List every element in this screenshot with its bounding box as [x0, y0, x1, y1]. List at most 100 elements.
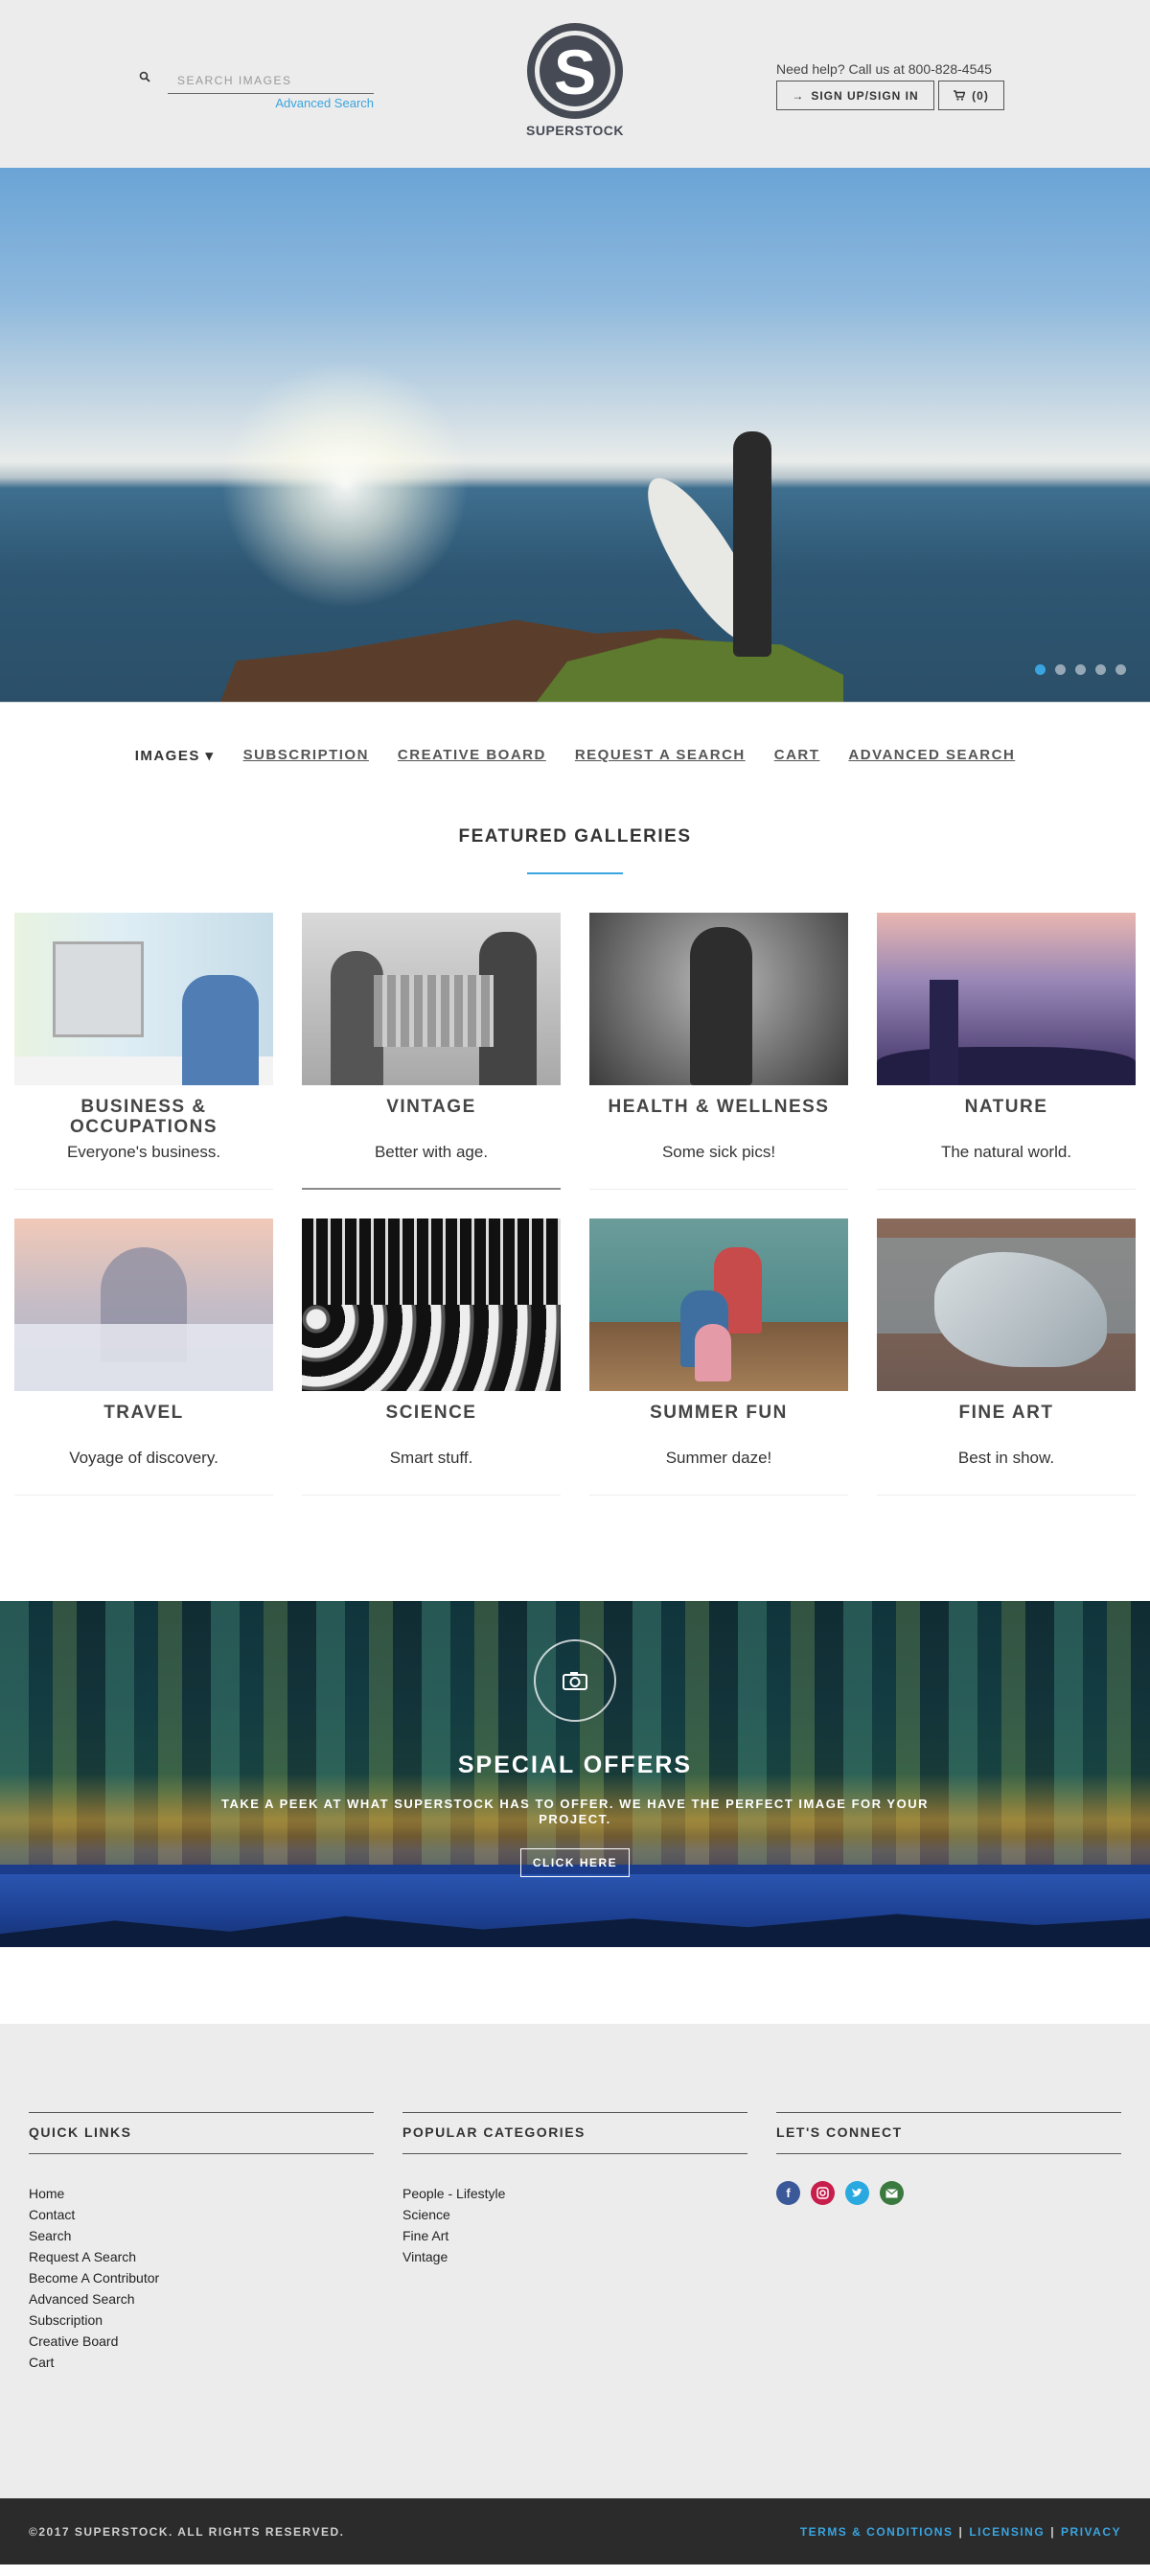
gallery-title: NATURE — [964, 1097, 1048, 1117]
footer-link-request-search[interactable]: Request A Search — [29, 2246, 374, 2267]
offers-subtitle: TAKE A PEEK AT WHAT SUPERSTOCK HAS TO OF… — [221, 1797, 929, 1826]
footer-link-search[interactable]: Search — [29, 2225, 374, 2246]
gallery-image-travel — [14, 1218, 273, 1391]
nav-creative-board[interactable]: CREATIVE BOARD — [398, 747, 546, 763]
gallery-desc: Smart stuff. — [389, 1449, 473, 1467]
gallery-desc: Best in show. — [957, 1449, 1055, 1467]
carousel-indicators — [1035, 664, 1126, 675]
gallery-image-nature — [877, 913, 1136, 1085]
cart-count: (0) — [972, 88, 989, 103]
gallery-title: TRAVEL — [104, 1403, 184, 1423]
twitter-icon[interactable] — [845, 2181, 869, 2205]
help-phone-text: Need help? Call us at 800-828-4545 — [776, 61, 992, 77]
sign-in-icon: → — [792, 88, 805, 103]
gallery-card-fine-art[interactable]: FINE ART Best in show. — [877, 1218, 1136, 1496]
footer-link-subscription[interactable]: Subscription — [29, 2309, 374, 2331]
category-link-fine-art[interactable]: Fine Art — [402, 2225, 748, 2246]
gallery-card-travel[interactable]: TRAVEL Voyage of discovery. — [14, 1218, 273, 1496]
search-input[interactable] — [168, 67, 374, 94]
site-header: Advanced Search S SUPERSTOCK Need help? … — [0, 0, 1150, 168]
footer-link-contact[interactable]: Contact — [29, 2204, 374, 2225]
gallery-title: VINTAGE — [386, 1097, 476, 1117]
gallery-title: HEALTH & WELLNESS — [608, 1097, 830, 1117]
gallery-card-summer[interactable]: SUMMER FUN Summer daze! — [589, 1218, 848, 1496]
connect-column: LET'S CONNECT f — [776, 2112, 1121, 2205]
featured-galleries: FEATURED GALLERIES BUSINESS & OCCUPATION… — [0, 807, 1150, 1496]
gallery-desc: Summer daze! — [665, 1449, 772, 1467]
legal-links: TERMS & CONDITIONS | LICENSING | PRIVACY — [799, 2524, 1121, 2539]
carousel-dot[interactable] — [1116, 664, 1126, 675]
licensing-link[interactable]: LICENSING — [969, 2525, 1045, 2539]
category-link-people-lifestyle[interactable]: People - Lifestyle — [402, 2183, 748, 2204]
nav-cart[interactable]: CART — [774, 747, 820, 763]
camera-icon — [563, 1672, 587, 1690]
footer-link-cart[interactable]: Cart — [29, 2352, 374, 2373]
search-icon[interactable] — [139, 71, 150, 82]
gallery-card-vintage[interactable]: VINTAGE Better with age. — [302, 913, 561, 1190]
gallery-image-health — [589, 913, 848, 1085]
gallery-card-health[interactable]: HEALTH & WELLNESS Some sick pics! — [589, 913, 848, 1190]
sign-in-label: SIGN UP/SIGN IN — [811, 88, 919, 103]
footer-link-become-contributor[interactable]: Become A Contributor — [29, 2267, 374, 2288]
carousel-dot[interactable] — [1095, 664, 1106, 675]
logo-text: SUPERSTOCK — [526, 123, 624, 138]
sign-in-button[interactable]: → SIGN UP/SIGN IN — [776, 81, 934, 110]
gallery-image-fine-art — [877, 1218, 1136, 1391]
superstock-logo[interactable]: S SUPERSTOCK — [521, 21, 629, 138]
special-offers-banner: SPECIAL OFFERS TAKE A PEEK AT WHAT SUPER… — [0, 1601, 1150, 1947]
cart-button[interactable]: (0) — [938, 81, 1004, 110]
category-link-science[interactable]: Science — [402, 2204, 748, 2225]
superstock-logo-icon: S — [527, 23, 623, 119]
connect-heading: LET'S CONNECT — [776, 2112, 1121, 2154]
gallery-card-nature[interactable]: NATURE The natural world. — [877, 913, 1136, 1190]
title-divider — [527, 872, 623, 874]
privacy-link[interactable]: PRIVACY — [1061, 2525, 1121, 2539]
gallery-title: BUSINESS & OCCUPATIONS — [69, 1097, 218, 1137]
carousel-dot[interactable] — [1075, 664, 1086, 675]
nav-subscription[interactable]: SUBSCRIPTION — [243, 747, 369, 763]
carousel-dot[interactable] — [1055, 664, 1066, 675]
footer-link-advanced-search[interactable]: Advanced Search — [29, 2288, 374, 2309]
gallery-title: SCIENCE — [385, 1403, 477, 1423]
hero-carousel[interactable] — [0, 168, 1150, 702]
nav-images-label: IMAGES — [134, 747, 200, 764]
gallery-desc: The natural world. — [940, 1143, 1072, 1161]
chevron-down-icon: ▾ — [205, 747, 215, 764]
category-link-vintage[interactable]: Vintage — [402, 2246, 748, 2267]
nav-images[interactable]: IMAGES ▾ — [135, 747, 215, 764]
hero-sun — [220, 360, 470, 609]
footer-link-home[interactable]: Home — [29, 2183, 374, 2204]
gallery-image-science — [302, 1218, 561, 1391]
popular-categories-list: People - Lifestyle Science Fine Art Vint… — [402, 2183, 748, 2267]
footer-bottom-bar: ©2017 SUPERSTOCK. ALL RIGHTS RESERVED. T… — [0, 2498, 1150, 2564]
popular-categories-heading: POPULAR CATEGORIES — [402, 2112, 748, 2154]
email-icon[interactable] — [880, 2181, 904, 2205]
footer-link-creative-board[interactable]: Creative Board — [29, 2331, 374, 2352]
quick-links-column: QUICK LINKS Home Contact Search Request … — [29, 2112, 374, 2373]
gallery-card-business[interactable]: BUSINESS & OCCUPATIONS Everyone's busine… — [14, 913, 273, 1190]
gallery-title: FINE ART — [958, 1403, 1054, 1423]
facebook-icon[interactable]: f — [776, 2181, 800, 2205]
popular-categories-column: POPULAR CATEGORIES People - Lifestyle Sc… — [402, 2112, 748, 2267]
svg-text:S: S — [554, 36, 596, 107]
click-here-button[interactable]: CLICK HERE — [520, 1848, 630, 1877]
terms-link[interactable]: TERMS & CONDITIONS — [800, 2525, 954, 2539]
instagram-icon[interactable] — [811, 2181, 835, 2205]
gallery-card-science[interactable]: SCIENCE Smart stuff. — [302, 1218, 561, 1496]
site-footer: QUICK LINKS Home Contact Search Request … — [0, 2024, 1150, 2498]
camera-badge — [534, 1639, 616, 1722]
nav-request-search[interactable]: REQUEST A SEARCH — [575, 747, 746, 763]
featured-title: FEATURED GALLERIES — [458, 826, 692, 847]
gallery-desc: Some sick pics! — [661, 1143, 776, 1161]
cart-icon — [954, 90, 966, 101]
main-nav: IMAGES ▾ SUBSCRIPTION CREATIVE BOARD REQ… — [0, 702, 1150, 807]
gallery-image-vintage — [302, 913, 561, 1085]
gallery-grid: BUSINESS & OCCUPATIONS Everyone's busine… — [14, 913, 1150, 1496]
quick-links-heading: QUICK LINKS — [29, 2112, 374, 2154]
advanced-search-link[interactable]: Advanced Search — [275, 96, 374, 110]
gallery-image-summer — [589, 1218, 848, 1391]
nav-advanced-search[interactable]: ADVANCED SEARCH — [848, 747, 1015, 763]
gallery-desc: Voyage of discovery. — [69, 1449, 218, 1467]
carousel-dot[interactable] — [1035, 664, 1046, 675]
quick-links-list: Home Contact Search Request A Search Bec… — [29, 2183, 374, 2373]
